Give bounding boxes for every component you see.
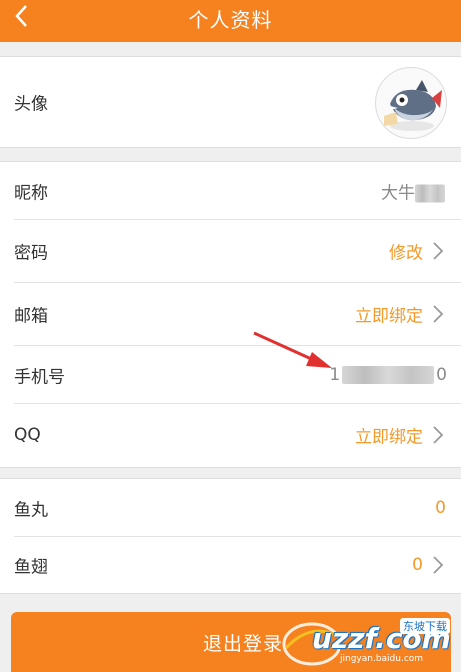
- chevron-right-icon: [433, 556, 444, 574]
- currency-section: 鱼丸 0 鱼翅 0: [0, 478, 461, 594]
- redacted-blur: [342, 365, 435, 384]
- phone-row: 手机号 10: [0, 346, 461, 403]
- chevron-right-icon: [433, 305, 444, 323]
- email-label: 邮箱: [14, 306, 48, 327]
- fishball-value: 0: [435, 497, 446, 518]
- avatar[interactable]: [375, 67, 447, 139]
- nickname-value: 大牛: [381, 178, 445, 203]
- qq-row[interactable]: QQ 立即绑定: [0, 404, 461, 466]
- profile-info-section: 昵称 大牛 密码 修改 邮箱 立即绑定 手机号 10 QQ 立即绑定: [0, 161, 461, 468]
- password-action: 修改: [389, 243, 423, 264]
- fishwing-value: 0: [412, 555, 423, 575]
- password-row[interactable]: 密码 修改: [0, 220, 461, 282]
- watermark-site: jingyan.baidu.com: [340, 654, 424, 664]
- fishball-label: 鱼丸: [14, 500, 48, 520]
- logout-label: 退出登录: [203, 633, 284, 655]
- watermark-tag: 东坡下载: [400, 618, 450, 634]
- nickname-label: 昵称: [14, 183, 48, 203]
- fishwing-row[interactable]: 鱼翅 0: [0, 537, 461, 593]
- nickname-text: 大牛: [381, 183, 415, 203]
- fishwing-label: 鱼翅: [14, 557, 48, 578]
- chevron-right-icon: [433, 242, 444, 260]
- fishball-row: 鱼丸 0: [0, 479, 461, 536]
- title-bar: 个人资料: [0, 0, 461, 42]
- qq-bind-action: 立即绑定: [355, 427, 423, 448]
- nickname-row[interactable]: 昵称 大牛: [0, 162, 461, 219]
- email-bind-action: 立即绑定: [355, 306, 423, 327]
- fish-mascot-icon: [384, 80, 442, 131]
- redacted-blur: [415, 184, 445, 202]
- phone-value: 10: [329, 365, 447, 385]
- watermark-logo: uzzf.com 东坡下载 jingyan.baidu.com: [280, 610, 461, 672]
- chevron-right-icon: [433, 426, 444, 444]
- avatar-label: 头像: [14, 94, 48, 115]
- page-title: 个人资料: [188, 8, 273, 32]
- phone-end: 0: [436, 364, 447, 385]
- email-row[interactable]: 邮箱 立即绑定: [0, 283, 461, 345]
- phone-label: 手机号: [14, 367, 65, 387]
- qq-label: QQ: [14, 425, 41, 445]
- avatar-row[interactable]: 头像: [0, 57, 461, 147]
- avatar-section: 头像: [0, 56, 461, 148]
- password-label: 密码: [14, 243, 48, 264]
- phone-start: 1: [329, 364, 341, 385]
